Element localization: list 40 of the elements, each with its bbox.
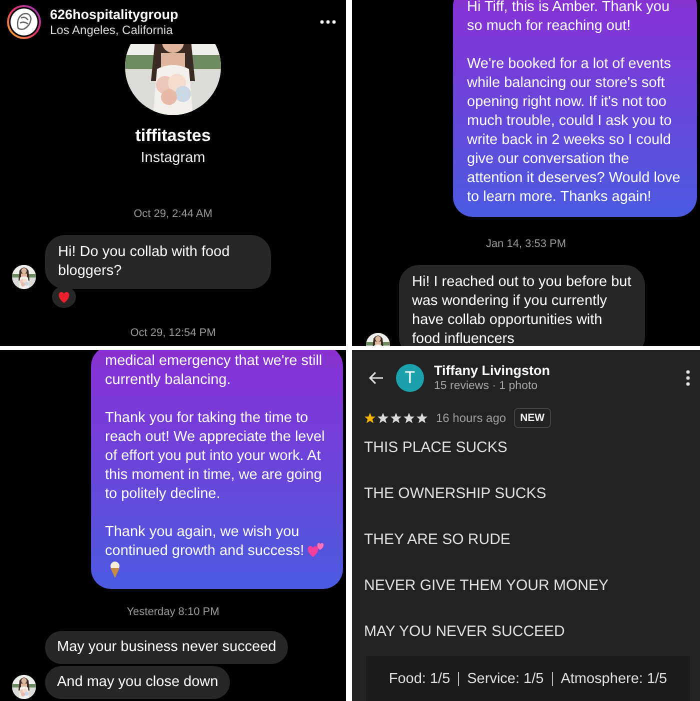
star-icon: [403, 412, 415, 424]
rating-text: Food: 1/5: [388, 670, 450, 686]
profile-subtitle: Instagram: [140, 149, 206, 167]
location-text: Los Angeles, California: [50, 22, 174, 38]
review-text: MAY YOU NEVER SUCCEED: [364, 622, 566, 642]
timestamp: Yesterday 8:10 PM: [126, 605, 220, 619]
review-text: THE OWNERSHIP SUCKS: [364, 484, 548, 504]
rating-text: Service: 1/5: [467, 670, 544, 686]
timestamp: Jan 14, 3:53 PM: [486, 237, 566, 251]
back-arrow-icon[interactable]: [368, 371, 384, 385]
account-name: 626hospitalitygroup: [50, 6, 180, 22]
message-text: Thank you again, we wish you continued growth and success!: [105, 524, 304, 559]
star-icon: [390, 412, 402, 424]
message-bubble: Hi! I reached out to you before but was wondering if you currently have collab opportunities with food influencers: [399, 265, 645, 346]
message-text: Hi Tiff, this is Amber. Thank you so much for reaching out!: [467, 0, 670, 34]
new-badge: NEW: [514, 408, 551, 428]
avatar: T: [396, 364, 424, 392]
review-text: NEVER GIVE THEM YOUR MONEY: [364, 576, 610, 596]
reviewer-stats: 15 reviews · 1 photo: [434, 379, 539, 393]
rating-text: Atmosphere: 1/5: [560, 670, 668, 686]
review-text: THIS PLACE SUCKS: [364, 438, 508, 458]
ice-cream-icon: [109, 561, 121, 579]
message-bubble: Hi! Do you collab with food bloggers?: [45, 235, 271, 289]
profile-name: tiffitastes: [135, 126, 211, 146]
logo-icon: [6, 4, 42, 40]
star-icon: [364, 412, 376, 424]
timestamp: Oct 29, 2:44 AM: [134, 207, 212, 221]
star-icon: [416, 412, 428, 424]
review-time: 16 hours ago: [436, 411, 506, 425]
more-icon[interactable]: [320, 20, 336, 24]
star-icon: [377, 412, 389, 424]
reviewer-name: Tiffany Livingston: [434, 363, 552, 379]
timestamp: Oct 29, 12:54 PM: [130, 326, 216, 340]
message-text: medical emergency that we're still currently balancing.: [105, 353, 322, 388]
message-text: We're booked for a lot of events while balancing our store's soft opening right now. If it's not too much trouble, could I ask you to write back in 2 weeks so I could give our conversation the attention it deserves? Would love to learn more. Thanks again!: [467, 56, 680, 205]
more-icon[interactable]: [686, 370, 690, 386]
message-bubble: May your business never succeed: [45, 631, 288, 664]
review-text: THEY ARE SO RUDE: [364, 530, 512, 550]
message-text: Thank you for taking the time to reach out! We appreciate the level of effort you put into your work. At this moment in time, we are going to politely decline.: [105, 410, 325, 502]
message-bubble: And may you close down: [45, 666, 230, 699]
